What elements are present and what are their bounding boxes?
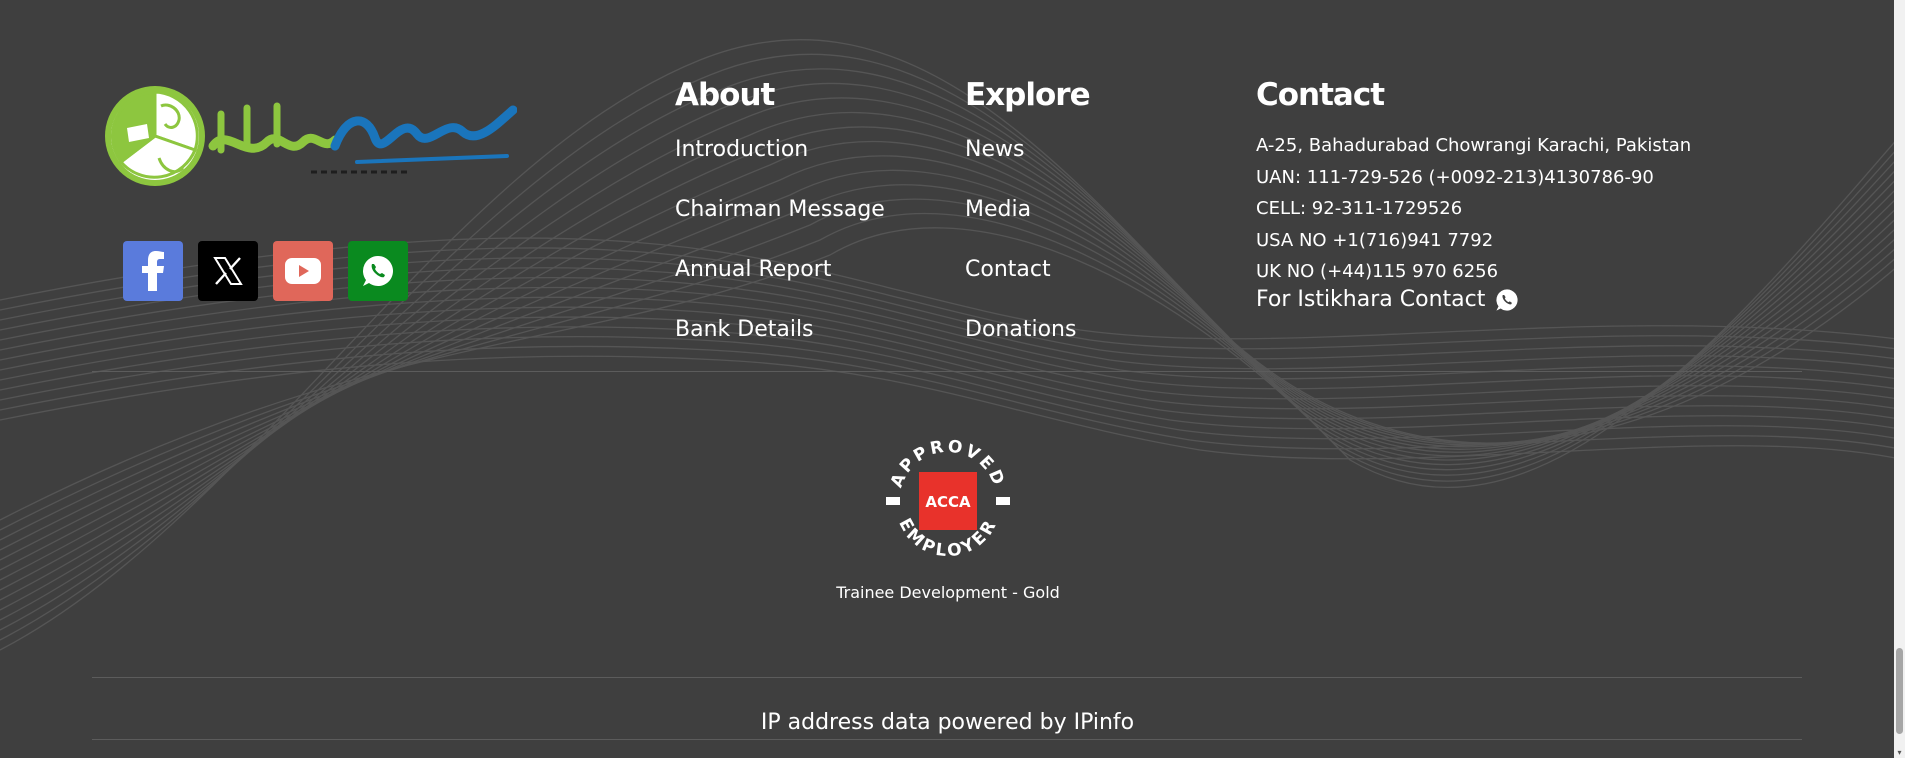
social-links (123, 241, 408, 301)
about-column: About Introduction Chairman Message Annu… (675, 74, 885, 376)
divider-top (92, 371, 1802, 372)
site-footer: About Introduction Chairman Message Annu… (0, 0, 1905, 758)
explore-column: Explore News Media Contact Donations (965, 74, 1091, 376)
logo-wordmark (208, 102, 517, 174)
whatsapp-button[interactable] (348, 241, 408, 301)
whatsapp-icon[interactable] (1495, 288, 1519, 312)
contact-cell: CELL: 92-311-1729526 (1256, 198, 1463, 219)
contact-heading: Contact (1256, 77, 1385, 113)
youtube-button[interactable] (273, 241, 333, 301)
youtube-icon (285, 258, 321, 284)
explore-heading: Explore (965, 77, 1091, 113)
whatsapp-icon (363, 256, 393, 286)
link-news[interactable]: News (965, 137, 1024, 162)
istikhara-contact[interactable]: For Istikhara Contact (1256, 285, 1691, 315)
acca-logo-text: ACCA (925, 493, 971, 511)
link-chairman-message[interactable]: Chairman Message (675, 197, 885, 222)
link-introduction[interactable]: Introduction (675, 137, 808, 162)
facebook-button[interactable] (123, 241, 183, 301)
contact-uk: UK NO (+44)115 970 6256 (1256, 261, 1499, 282)
logo-emblem-icon (105, 86, 205, 186)
x-icon (213, 257, 243, 285)
divider-bottom (92, 739, 1802, 740)
facebook-icon (142, 251, 164, 291)
link-contact[interactable]: Contact (965, 257, 1051, 282)
link-annual-report[interactable]: Annual Report (675, 257, 831, 282)
acca-approved-employer-badge: APPROVED EMPLOYER ACCA (886, 436, 1010, 562)
acca-caption: Trainee Development - Gold (836, 583, 1060, 602)
contact-uan: UAN: 111-729-526 (+0092-213)4130786-90 (1256, 166, 1654, 188)
contact-column: Contact A-25, Bahadurabad Chowrangi Kara… (1256, 74, 1691, 315)
saylani-logo[interactable] (103, 84, 517, 190)
x-button[interactable] (198, 241, 258, 301)
link-bank-details[interactable]: Bank Details (675, 317, 814, 342)
link-media[interactable]: Media (965, 197, 1031, 222)
link-donations[interactable]: Donations (965, 317, 1076, 342)
contact-address: A-25, Bahadurabad Chowrangi Karachi, Pak… (1256, 135, 1692, 156)
about-heading: About (675, 77, 775, 113)
istikhara-label: For Istikhara Contact (1256, 286, 1486, 312)
contact-usa: USA NO +1(716)941 7792 (1256, 229, 1494, 251)
ipinfo-credit[interactable]: IP address data powered by IPinfo (700, 708, 1195, 738)
divider-middle (92, 677, 1802, 678)
